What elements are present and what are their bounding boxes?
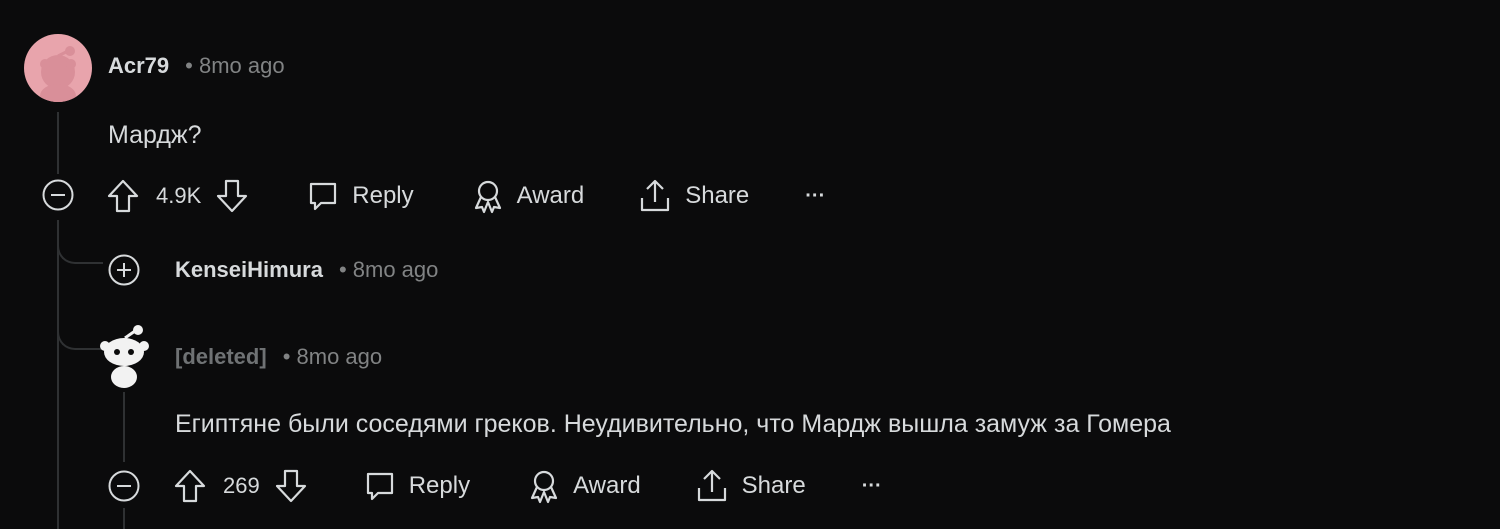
share-icon [641, 179, 670, 212]
collapse-button[interactable] [107, 469, 141, 503]
vote-count: 4.9K [156, 183, 202, 208]
more-options-button[interactable]: ··· [862, 475, 882, 498]
upvote-button[interactable] [173, 468, 207, 504]
downvote-icon [217, 179, 248, 213]
share-button[interactable]: Share [695, 468, 806, 504]
reply-icon [310, 182, 337, 211]
collapse-icon [42, 179, 74, 211]
downvote-button[interactable] [215, 178, 249, 214]
upvote-icon [174, 469, 206, 503]
thread-line-deleted[interactable] [123, 392, 125, 462]
comment-username[interactable]: Acr79 [108, 53, 169, 79]
thread-line-main[interactable] [57, 112, 59, 174]
reply-icon [366, 472, 393, 501]
comment-timestamp[interactable]: • 8mo ago [185, 53, 284, 79]
avatar[interactable] [24, 34, 92, 102]
snoo-avatar-icon [40, 46, 76, 102]
share-label: Share [741, 472, 806, 499]
more-options-button[interactable]: ··· [805, 185, 825, 208]
share-icon [697, 469, 726, 502]
downvote-icon [275, 469, 306, 503]
reply-label: Reply [408, 472, 471, 499]
comment-body: Египтяне были соседями греков. Неудивите… [175, 410, 1171, 438]
avatar [98, 322, 150, 392]
deleted-snoo-icon [100, 325, 149, 388]
upvote-icon [107, 179, 139, 213]
comment-username: [deleted] [175, 344, 267, 369]
comment-action-bar: 4.9K Reply Award Share ··· [106, 176, 825, 216]
reply-label: Reply [352, 182, 414, 209]
collapse-button[interactable] [41, 178, 75, 212]
comment-body: Мардж? [108, 121, 202, 149]
collapse-icon [108, 470, 140, 502]
share-button[interactable]: Share [638, 178, 749, 214]
comment-timestamp[interactable]: • 8mo ago [283, 344, 382, 370]
reply-button[interactable]: Reply [364, 469, 470, 503]
thread-line-main-lower[interactable] [57, 220, 59, 529]
comment-username[interactable]: KenseiHimura [175, 257, 323, 283]
thread-line-deleted-lower[interactable] [123, 508, 125, 529]
expand-button[interactable] [107, 253, 141, 287]
downvote-button[interactable] [274, 468, 308, 504]
award-button[interactable]: Award [471, 178, 585, 214]
award-icon [530, 470, 558, 504]
expand-icon [108, 254, 140, 286]
reply-button[interactable]: Reply [307, 179, 414, 213]
award-label: Award [573, 472, 641, 499]
award-icon [474, 180, 501, 214]
thread-elbow-deleted [57, 318, 103, 350]
share-label: Share [685, 182, 750, 209]
upvote-button[interactable] [106, 178, 140, 214]
award-button[interactable]: Award [527, 468, 641, 504]
thread-elbow-kensei [57, 236, 103, 264]
vote-count: 269 [223, 473, 260, 498]
comment-action-bar: 269 Reply Award Share ··· [173, 466, 882, 506]
comment-timestamp[interactable]: • 8mo ago [339, 257, 438, 283]
award-label: Award [516, 182, 585, 209]
